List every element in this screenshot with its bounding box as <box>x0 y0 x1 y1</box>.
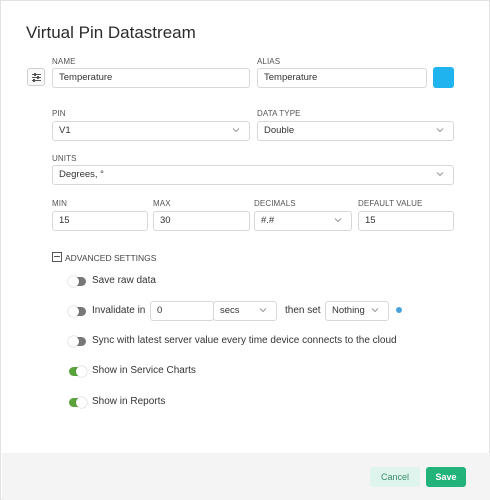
color-picker[interactable] <box>433 67 454 88</box>
then-set-value: Nothing <box>332 305 365 316</box>
default-value-input[interactable]: 15 <box>358 211 454 231</box>
service-charts-toggle[interactable] <box>69 366 87 377</box>
service-charts-label: Show in Service Charts <box>92 365 196 376</box>
pin-select[interactable]: V1 <box>52 121 250 141</box>
invalidate-unit-select[interactable]: secs <box>213 301 277 321</box>
units-select[interactable]: Degrees, ° <box>52 165 454 185</box>
reports-toggle[interactable] <box>69 397 87 408</box>
collapse-icon[interactable] <box>52 252 62 262</box>
chevron-down-icon <box>435 125 445 135</box>
data-type-value: Double <box>264 125 295 136</box>
save-button[interactable]: Save <box>426 467 466 487</box>
invalidate-label: Invalidate in <box>92 305 146 316</box>
pin-value: V1 <box>59 125 71 136</box>
data-type-label: DATA TYPE <box>257 109 301 118</box>
min-input[interactable]: 15 <box>52 211 148 231</box>
decimals-label: DECIMALS <box>254 199 296 208</box>
info-icon[interactable] <box>396 307 402 313</box>
decimals-select[interactable]: #.# <box>254 211 352 231</box>
units-label: UNITS <box>52 154 77 163</box>
toggle-knob <box>68 336 79 347</box>
sliders-icon[interactable] <box>27 68 45 86</box>
sync-label: Sync with latest server value every time… <box>92 335 397 346</box>
invalidate-unit-value: secs <box>220 305 240 316</box>
data-type-select[interactable]: Double <box>257 121 454 141</box>
max-label: MAX <box>153 199 171 208</box>
chevron-down-icon <box>231 125 241 135</box>
min-label: MIN <box>52 199 67 208</box>
then-set-select[interactable]: Nothing <box>325 301 389 321</box>
default-value-label: DEFAULT VALUE <box>358 199 423 208</box>
toggle-knob <box>76 366 87 377</box>
reports-label: Show in Reports <box>92 396 166 407</box>
datastream-dialog: Virtual Pin Datastream NAME Temperature … <box>0 0 490 500</box>
then-set-label: then set <box>285 305 321 316</box>
dialog-title: Virtual Pin Datastream <box>26 23 196 42</box>
sync-toggle[interactable] <box>68 336 86 347</box>
toggle-knob <box>76 397 87 408</box>
alias-label: ALIAS <box>257 57 281 66</box>
chevron-down-icon <box>370 305 380 315</box>
chevron-down-icon <box>435 169 445 179</box>
invalidate-amount-input[interactable]: 0 <box>150 301 214 321</box>
toggle-knob <box>68 276 79 287</box>
toggle-knob <box>68 306 79 317</box>
invalidate-toggle[interactable] <box>68 306 86 317</box>
pin-label: PIN <box>52 109 66 118</box>
advanced-settings-label[interactable]: ADVANCED SETTINGS <box>65 253 156 263</box>
alias-input[interactable]: Temperature <box>257 68 427 88</box>
chevron-down-icon <box>258 305 268 315</box>
cancel-button[interactable]: Cancel <box>370 467 420 487</box>
save-raw-toggle[interactable] <box>68 276 86 287</box>
name-label: NAME <box>52 57 76 66</box>
save-raw-label: Save raw data <box>92 275 156 286</box>
units-value: Degrees, ° <box>59 169 104 180</box>
max-input[interactable]: 30 <box>153 211 250 231</box>
name-input[interactable]: Temperature <box>52 68 250 88</box>
chevron-down-icon <box>333 215 343 225</box>
decimals-value: #.# <box>261 215 275 226</box>
